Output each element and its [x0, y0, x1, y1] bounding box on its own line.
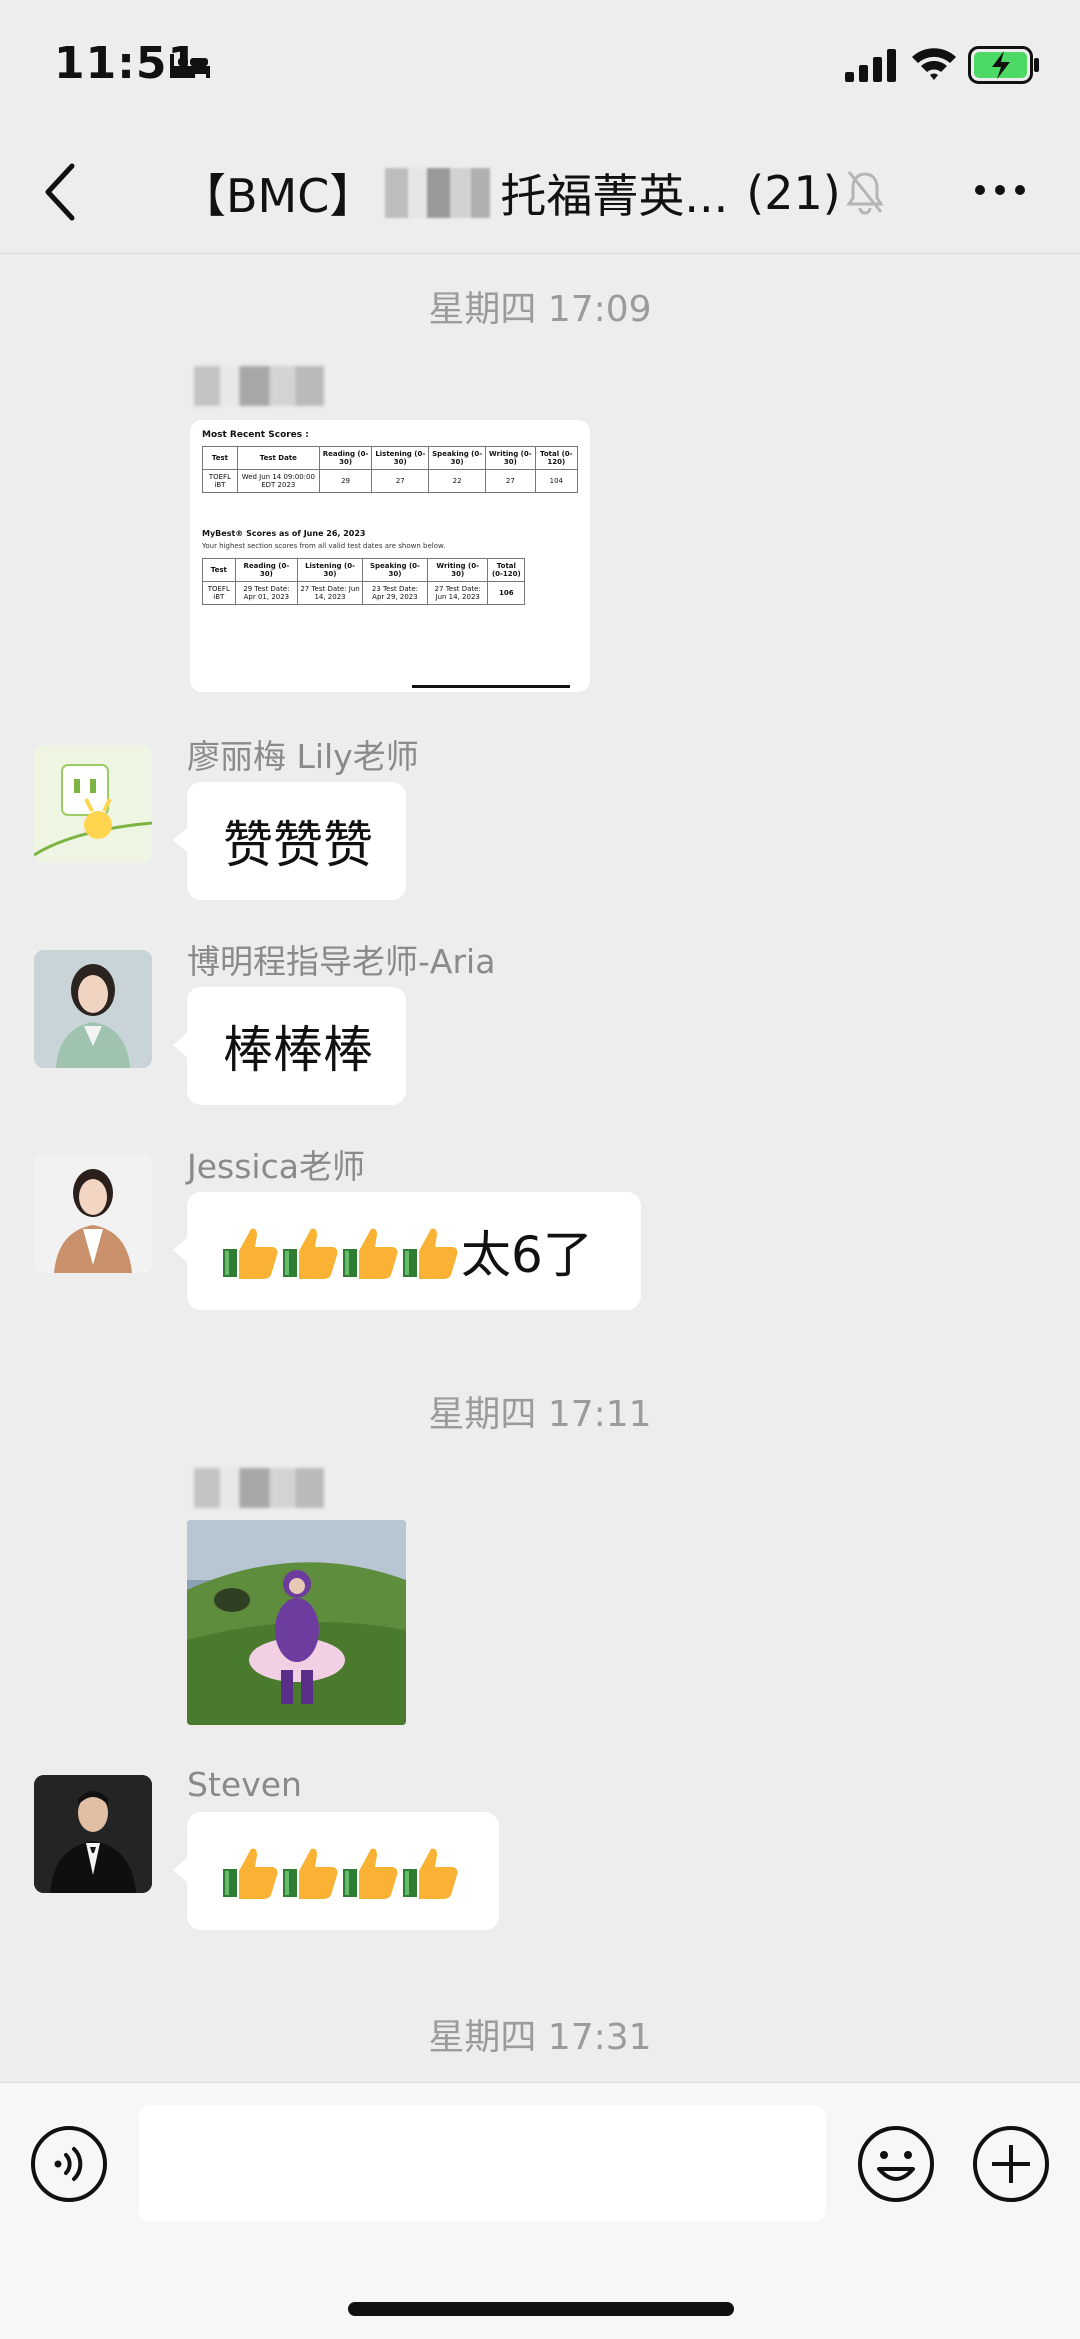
- table-cell: 23 Test Date: Apr 29, 2023: [361, 581, 429, 605]
- redacted-name: [385, 168, 491, 218]
- thumbs-up-icon: [283, 1848, 338, 1899]
- timestamp: 星期四 17:11: [428, 1394, 652, 1435]
- table-cell: 106: [487, 581, 526, 605]
- avatar[interactable]: [34, 950, 152, 1068]
- wifi-icon: [912, 48, 956, 80]
- table-header: Reading (0-30): [318, 446, 373, 470]
- table-cell: 29 Test Date: Apr 01, 2023: [234, 581, 299, 605]
- sleep-focus-icon: [170, 54, 210, 78]
- sender-name: 博明程指导老师-Aria: [187, 942, 496, 981]
- avatar-photo: [34, 1775, 152, 1893]
- member-count: (21): [746, 166, 841, 220]
- avatar[interactable]: [34, 745, 152, 863]
- message-text: 太6了: [461, 1226, 593, 1284]
- thumbs-up-icon: [343, 1848, 398, 1899]
- table-cell: 27: [371, 469, 430, 493]
- thumbs-up-icon: [223, 1228, 278, 1279]
- table-header: Reading (0-30): [234, 558, 299, 582]
- table-cell: 29: [318, 469, 373, 493]
- table-header: Test: [202, 558, 236, 582]
- avatar-photo: [34, 950, 152, 1068]
- sender-name: Steven: [187, 1765, 302, 1804]
- avatar[interactable]: [34, 1775, 152, 1893]
- thumbs-up-icon: [403, 1848, 458, 1899]
- table-header: Total (0-120): [487, 558, 526, 582]
- chat-title-prefix: 【BMC】: [180, 169, 376, 223]
- more-options-icon[interactable]: [972, 180, 1028, 200]
- message-input[interactable]: [139, 2105, 826, 2222]
- message-bubble[interactable]: 太6了: [173, 1192, 641, 1310]
- muted-bell-icon: [846, 171, 884, 215]
- table-header: Speaking (0-30): [361, 558, 429, 582]
- message-bubble[interactable]: [173, 1812, 499, 1930]
- table-header: Writing (0-30): [485, 446, 536, 470]
- table-header: Writing (0-30): [427, 558, 489, 582]
- home-indicator[interactable]: [348, 2302, 734, 2316]
- plus-icon[interactable]: [972, 2125, 1050, 2203]
- table-cell: Wed Jun 14 09:00:00 EDT 2023: [236, 469, 320, 493]
- table-cell: 104: [534, 469, 579, 493]
- message-bubble[interactable]: 赞赞赞: [173, 782, 406, 900]
- emoji-icon[interactable]: [857, 2125, 935, 2203]
- table-cell: 27 Test Date: Jun 14, 2023: [297, 581, 363, 605]
- teletubby-dancing-illustration: [187, 1520, 406, 1725]
- redacted-sender-name: [194, 366, 324, 406]
- table-cell: 27 Test Date: Jun 14, 2023: [427, 581, 489, 605]
- mybest-note: Your highest section scores from all val…: [202, 542, 446, 550]
- avatar-illustration: [34, 745, 152, 863]
- avatar[interactable]: [34, 1155, 152, 1273]
- table-header: Listening (0-30): [297, 558, 363, 582]
- table-header: Speaking (0-30): [428, 446, 487, 470]
- sender-name: 廖丽梅 Lily老师: [187, 737, 419, 776]
- table-row: TOEFL iBT Wed Jun 14 09:00:00 EDT 2023 2…: [202, 469, 579, 493]
- thumbs-up-icon: [343, 1228, 398, 1279]
- table-header: Listening (0-30): [371, 446, 430, 470]
- timestamp: 星期四 17:31: [428, 2017, 652, 2058]
- chat-title-suffix: 托福菁英...: [500, 169, 729, 223]
- timestamp: 星期四 17:09: [428, 289, 652, 330]
- avatar-photo: [34, 1155, 152, 1273]
- score-report-image[interactable]: Most Recent Scores : Test Test Date Read…: [190, 420, 590, 692]
- redacted-sender-name: [194, 1468, 324, 1508]
- chat-header: 【BMC】 托福菁英... (21): [0, 130, 1080, 254]
- recent-scores-table: Test Test Date Reading (0-30) Listening …: [202, 446, 579, 493]
- table-cell: TOEFL iBT: [202, 469, 238, 493]
- table-header: Test: [202, 446, 238, 470]
- chat-title: 【BMC】 托福菁英... (21): [180, 158, 841, 228]
- thumbs-up-icon: [223, 1848, 278, 1899]
- animated-sticker-image[interactable]: [187, 1520, 406, 1725]
- table-cell: 27: [485, 469, 536, 493]
- thumbs-up-icon: [403, 1228, 458, 1279]
- voice-input-icon[interactable]: [30, 2125, 108, 2203]
- mybest-scores-table: Test Reading (0-30) Listening (0-30) Spe…: [202, 558, 526, 605]
- thumbs-up-icon: [283, 1228, 338, 1279]
- table-cell: 22: [428, 469, 487, 493]
- input-bar: [0, 2082, 1080, 2339]
- battery-charging-icon: [968, 46, 1039, 84]
- table-header: Test Date: [236, 446, 320, 470]
- table-cell: TOEFL iBT: [202, 581, 236, 605]
- sender-name: Jessica老师: [187, 1147, 365, 1186]
- image-divider: [412, 685, 570, 688]
- back-arrow-icon[interactable]: [40, 160, 80, 224]
- cellular-signal-icon: [845, 49, 896, 82]
- mybest-title: MyBest® Scores as of June 26, 2023: [202, 529, 366, 538]
- message-bubble[interactable]: 棒棒棒: [173, 987, 406, 1105]
- recent-scores-title: Most Recent Scores :: [202, 430, 309, 440]
- table-header: Total (0-120): [534, 446, 579, 470]
- status-bar: 11:51: [0, 0, 1080, 130]
- table-row: TOEFL iBT 29 Test Date: Apr 01, 2023 27 …: [202, 581, 526, 605]
